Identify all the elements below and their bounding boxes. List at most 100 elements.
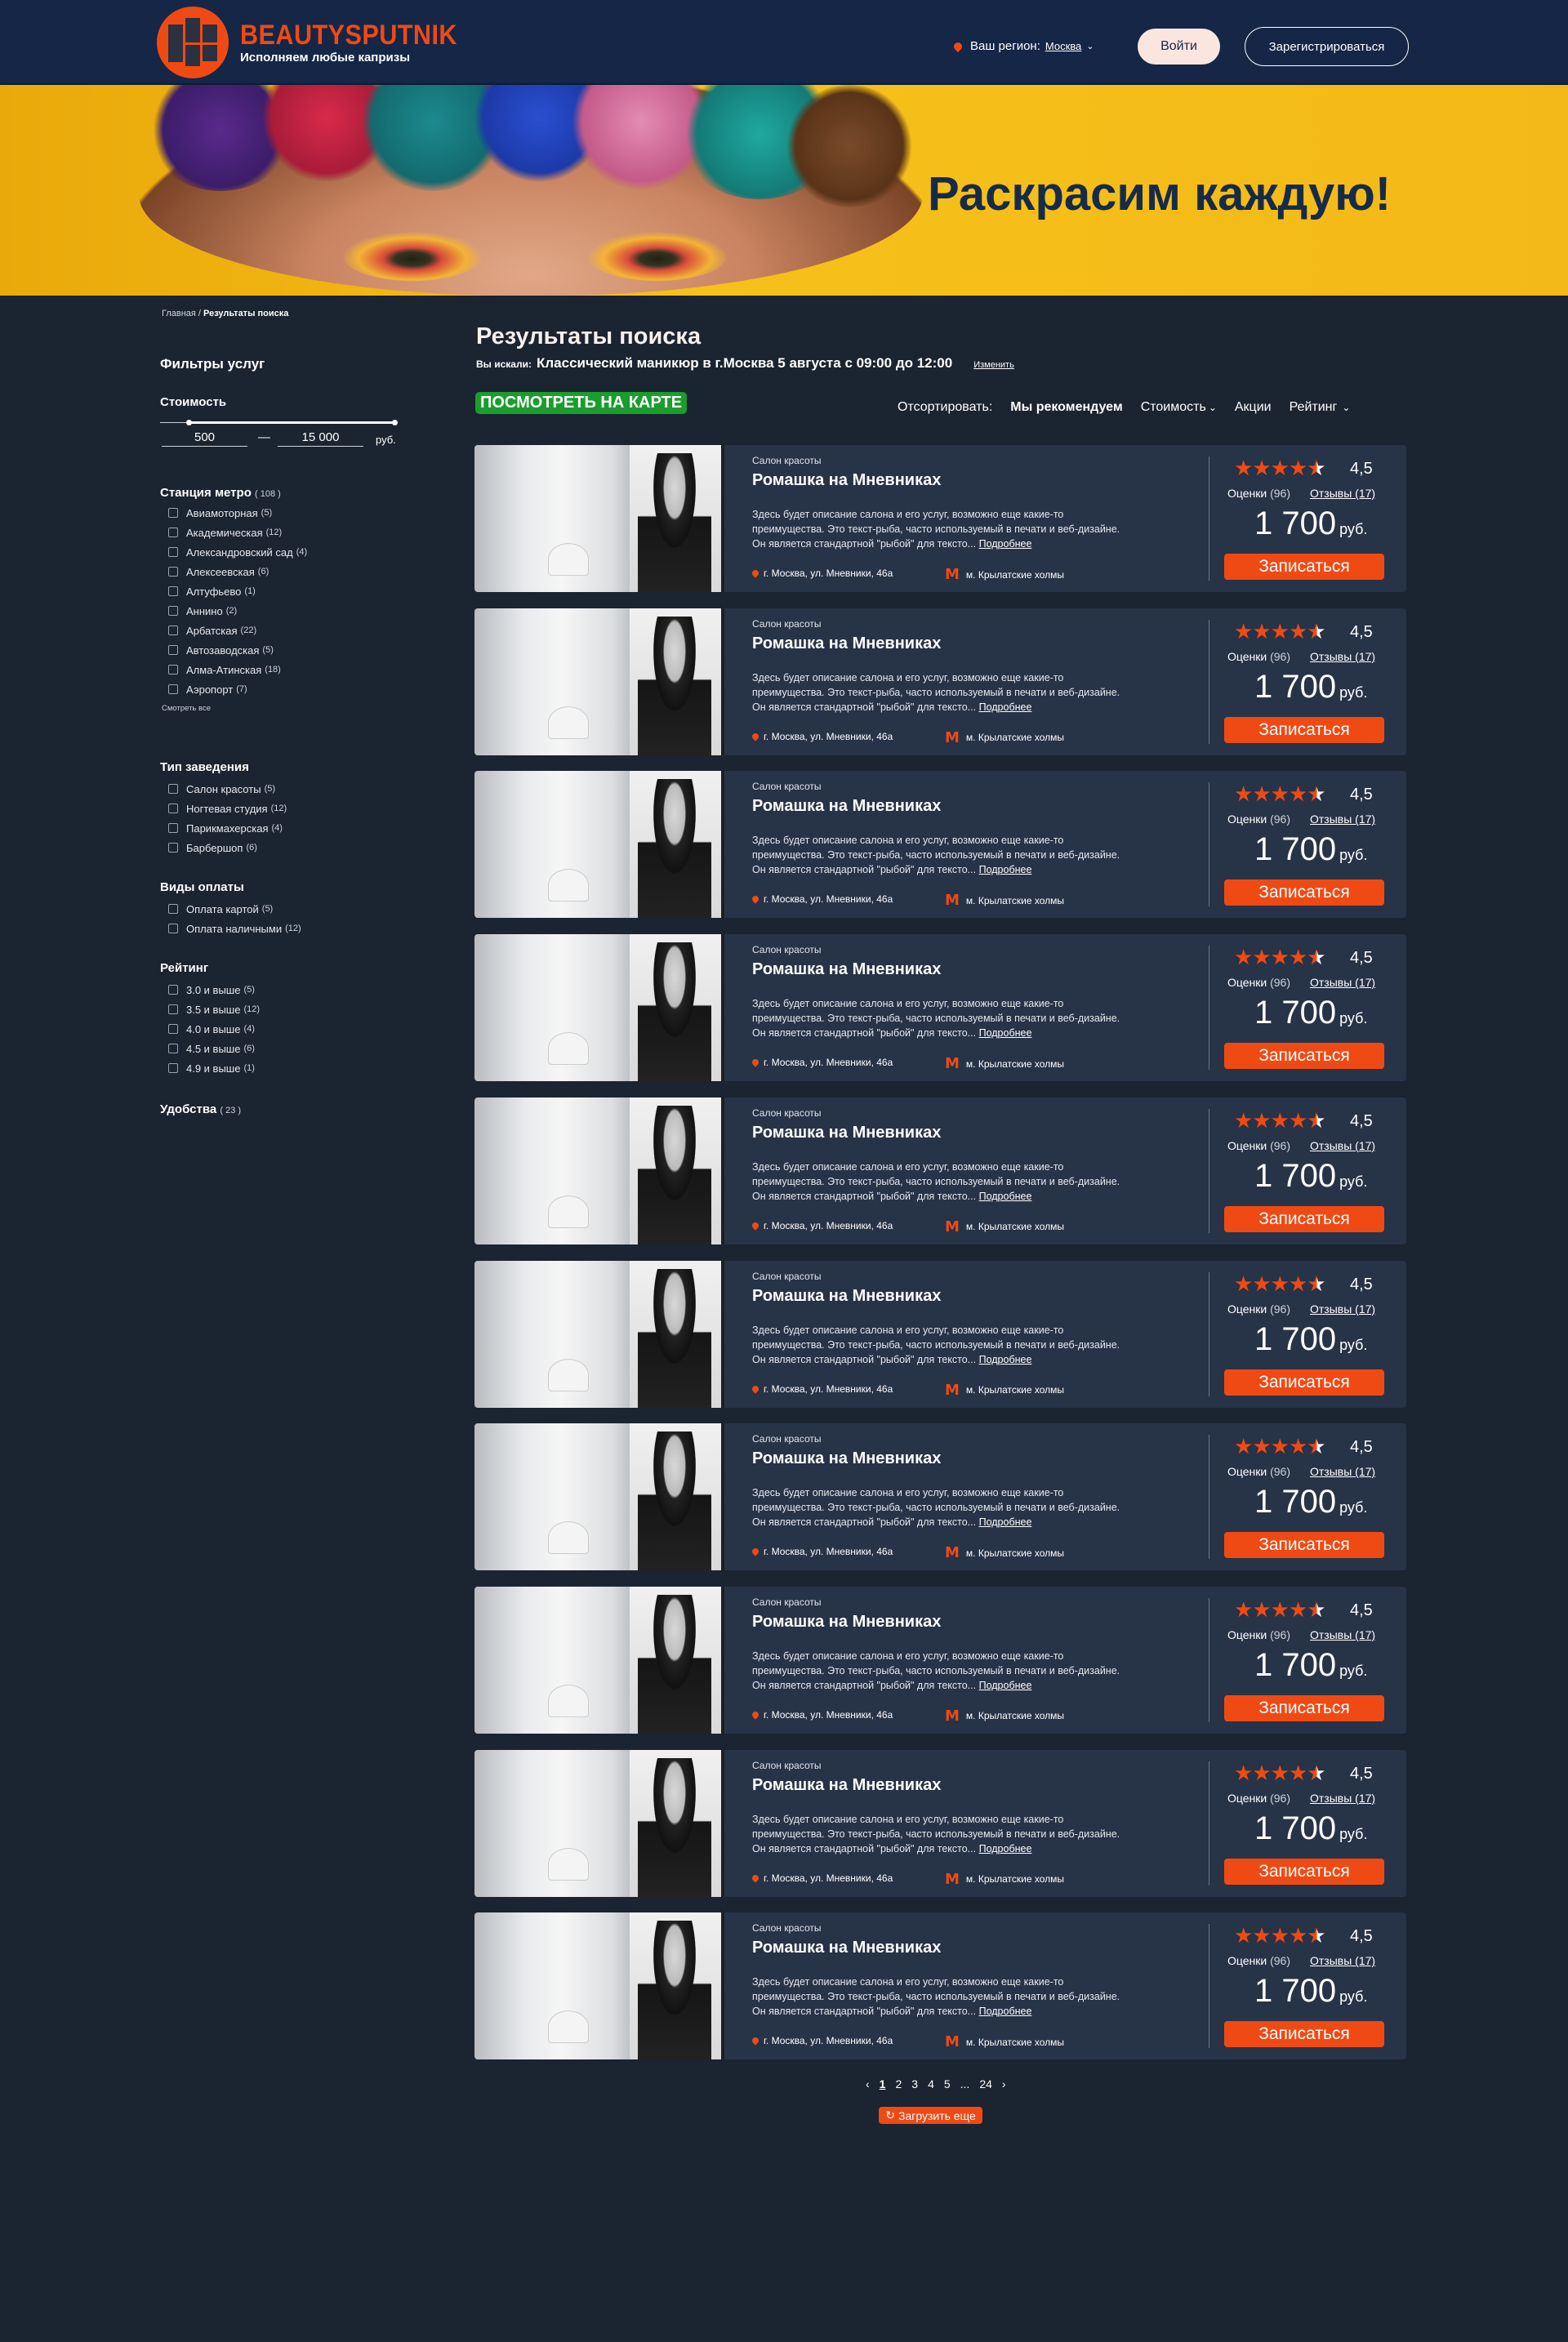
checkbox[interactable] <box>168 804 178 813</box>
checkbox[interactable] <box>168 823 178 833</box>
metro-option[interactable]: Алексеевская (6) <box>160 562 405 581</box>
more-link[interactable]: Подробнее <box>979 1843 1032 1854</box>
rating-option[interactable]: 4.0 и выше (4) <box>160 1019 405 1039</box>
salon-card[interactable]: Салон красоты Ромашка на Мневниках Здесь б… <box>474 608 1406 755</box>
salon-name[interactable]: Ромашка на Мневниках <box>752 1939 941 1957</box>
metro-option[interactable]: Аэропорт (7) <box>160 679 405 699</box>
reviews-link[interactable]: Отзывы (17) <box>1310 1628 1375 1641</box>
reviews-link[interactable]: Отзывы (17) <box>1310 1954 1375 1967</box>
checkbox[interactable] <box>168 645 178 655</box>
more-link[interactable]: Подробнее <box>979 1516 1032 1528</box>
chevron-down-icon[interactable]: ⌄ <box>1086 41 1094 51</box>
salon-photo[interactable] <box>474 771 724 919</box>
book-button[interactable]: Записаться <box>1224 554 1384 580</box>
region-selector[interactable]: Ваш регион: Москва ⌄ <box>951 39 1094 53</box>
page-link[interactable]: 2 <box>895 2077 902 2090</box>
checkbox[interactable] <box>168 985 178 995</box>
salon-card[interactable]: Салон красоты Ромашка на Мневниках Здесь б… <box>474 1912 1406 2060</box>
more-link[interactable]: Подробнее <box>979 538 1032 550</box>
venue-option[interactable]: Ногтевая студия (12) <box>160 799 405 818</box>
checkbox[interactable] <box>168 684 178 694</box>
salon-name[interactable]: Ромашка на Мневниках <box>752 1776 941 1795</box>
logo-icon[interactable] <box>157 7 229 78</box>
rating-option[interactable]: 3.5 и выше (12) <box>160 1000 405 1019</box>
range-handle-max[interactable] <box>392 420 398 425</box>
metro-option[interactable]: Алма-Атинская (18) <box>160 660 405 679</box>
salon-photo[interactable] <box>474 445 724 592</box>
checkbox[interactable] <box>168 508 178 518</box>
more-link[interactable]: Подробнее <box>979 701 1032 713</box>
checkbox[interactable] <box>168 784 178 794</box>
checkbox[interactable] <box>168 1044 178 1053</box>
salon-card[interactable]: Салон красоты Ромашка на Мневниках Здесь б… <box>474 1423 1406 1571</box>
checkbox[interactable] <box>168 606 178 616</box>
salon-name[interactable]: Ромашка на Мневниках <box>752 634 941 653</box>
cost-from-input[interactable]: 500 <box>162 430 247 447</box>
range-handle-min[interactable] <box>186 420 192 425</box>
login-button[interactable]: Войти <box>1138 29 1220 65</box>
cost-to-input[interactable]: 15 000 <box>278 430 363 447</box>
book-button[interactable]: Записаться <box>1224 2021 1384 2048</box>
book-button[interactable]: Записаться <box>1224 1858 1384 1885</box>
metro-option[interactable]: Автозаводская (5) <box>160 640 405 660</box>
breadcrumb-home[interactable]: Главная <box>162 309 196 318</box>
book-button[interactable]: Записаться <box>1224 1043 1384 1070</box>
metro-option[interactable]: Аннино (2) <box>160 601 405 621</box>
metro-option[interactable]: Александровский сад (4) <box>160 542 405 562</box>
reviews-link[interactable]: Отзывы (17) <box>1310 1792 1375 1805</box>
salon-photo[interactable] <box>474 1423 724 1571</box>
book-button[interactable]: Записаться <box>1224 716 1384 743</box>
payment-option[interactable]: Оплата наличными (12) <box>160 919 405 938</box>
checkbox[interactable] <box>168 924 178 933</box>
checkbox[interactable] <box>168 626 178 635</box>
brand-name[interactable]: BEAUTYSPUTNIK <box>240 21 457 49</box>
change-query-link[interactable]: Изменить <box>973 360 1014 370</box>
salon-card[interactable]: Салон красоты Ромашка на Мневниках Здесь б… <box>474 934 1406 1082</box>
salon-name[interactable]: Ромашка на Мневниках <box>752 797 941 816</box>
salon-card[interactable]: Салон красоты Ромашка на Мневниках Здесь б… <box>474 445 1406 592</box>
checkbox[interactable] <box>168 904 178 914</box>
salon-photo[interactable] <box>474 1586 724 1734</box>
reviews-link[interactable]: Отзывы (17) <box>1310 813 1375 826</box>
metro-option[interactable]: Алтуфьево (1) <box>160 581 405 601</box>
book-button[interactable]: Записаться <box>1224 879 1384 906</box>
salon-card[interactable]: Салон красоты Ромашка на Мневниках Здесь б… <box>474 771 1406 919</box>
more-link[interactable]: Подробнее <box>979 1680 1032 1691</box>
salon-photo[interactable] <box>474 1749 724 1897</box>
salon-name[interactable]: Ромашка на Мневниках <box>752 960 941 979</box>
cost-range-slider[interactable]: 500 — 15 000 руб. <box>160 420 405 447</box>
region-value[interactable]: Москва <box>1045 40 1081 52</box>
checkbox[interactable] <box>168 528 178 537</box>
salon-photo[interactable] <box>474 1912 724 2060</box>
more-link[interactable]: Подробнее <box>979 864 1032 875</box>
metro-show-all[interactable]: Смотреть все <box>162 704 405 713</box>
venue-option[interactable]: Барбершоп (6) <box>160 838 405 857</box>
load-more-button[interactable]: ↻ Загрузить еще <box>879 2107 982 2124</box>
prev-page-icon[interactable]: ‹ <box>866 2077 870 2090</box>
salon-name[interactable]: Ромашка на Мневниках <box>752 1287 941 1306</box>
checkbox[interactable] <box>168 586 178 596</box>
more-link[interactable]: Подробнее <box>979 2006 1032 2017</box>
book-button[interactable]: Записаться <box>1224 1694 1384 1721</box>
venue-option[interactable]: Парикмахерская (4) <box>160 818 405 838</box>
view-on-map-button[interactable]: ПОСМОТРЕТЬ НА КАРТЕ <box>475 392 688 414</box>
checkbox[interactable] <box>168 665 178 675</box>
salon-card[interactable]: Салон красоты Ромашка на Мневниках Здесь б… <box>474 1260 1406 1408</box>
salon-card[interactable]: Салон красоты Ромашка на Мневниках Здесь б… <box>474 1097 1406 1244</box>
more-link[interactable]: Подробнее <box>979 1191 1032 1202</box>
salon-card[interactable]: Салон красоты Ромашка на Мневниках Здесь б… <box>474 1749 1406 1897</box>
reviews-link[interactable]: Отзывы (17) <box>1310 650 1375 663</box>
page-link[interactable]: 24 <box>979 2077 992 2090</box>
reviews-link[interactable]: Отзывы (17) <box>1310 1139 1375 1152</box>
rating-option[interactable]: 3.0 и выше (5) <box>160 980 405 1000</box>
page-link[interactable]: 3 <box>911 2077 918 2090</box>
salon-photo[interactable] <box>474 934 724 1082</box>
checkbox[interactable] <box>168 1024 178 1034</box>
book-button[interactable]: Записаться <box>1224 1369 1384 1396</box>
sort-rating[interactable]: Рейтинг ⌄ <box>1290 400 1351 415</box>
page-link[interactable]: 4 <box>928 2077 934 2090</box>
salon-photo[interactable] <box>474 608 724 755</box>
salon-name[interactable]: Ромашка на Мневниках <box>752 1613 941 1632</box>
page-link[interactable]: 5 <box>944 2077 951 2090</box>
metro-option[interactable]: Арбатская (22) <box>160 621 405 640</box>
